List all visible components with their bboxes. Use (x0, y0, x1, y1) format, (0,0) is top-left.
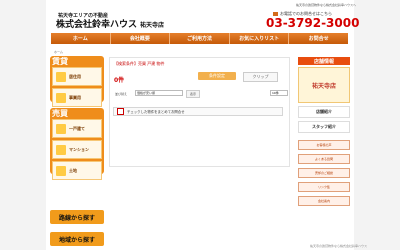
sale-land-button[interactable]: 土地 (52, 161, 102, 180)
banner-sale[interactable]: 売却のご相談 (298, 168, 350, 178)
staff-button[interactable]: スタッフ紹介 (298, 121, 350, 133)
rent-business-button[interactable]: 事業用 (52, 88, 102, 107)
area-search-button[interactable]: 地域から探す (50, 232, 104, 246)
land-icon (56, 165, 66, 176)
sort-apply-button[interactable]: 表示 (186, 90, 201, 98)
company-label: 株式会社鈴幸ハウス (56, 20, 138, 30)
right-banners: お客様の声 よくある質問 売却のご相談 リンク集 会社案内 (298, 140, 350, 210)
checked-inquiry-label: チェックした物件をまとめてお問合せ (127, 110, 185, 114)
nav-contact[interactable]: お問合せ (289, 33, 348, 44)
main-nav: ホーム 会社概要 ご利用方法 お気に入りリスト お問合せ (51, 33, 348, 44)
route-search-button[interactable]: 路線から探す (50, 210, 104, 224)
top-note: 祐天寺の賃貸物件なら株式会社鈴幸ハウスへ (295, 3, 356, 7)
sale-land-label: 土地 (69, 167, 77, 173)
checkbox[interactable] (117, 108, 124, 115)
sale-block: 売買 一戸建て マンション 土地 (50, 108, 104, 180)
rent-residential-button[interactable]: 居住用 (52, 67, 102, 86)
banner-links[interactable]: リンク集 (298, 182, 350, 192)
nav-home[interactable]: ホーム (51, 33, 111, 44)
sort-label: 並び替え (115, 92, 128, 96)
sale-mansion-button[interactable]: マンション (52, 140, 102, 159)
rent-business-label: 事業用 (69, 94, 81, 100)
store-info-head: 店舗情報 (298, 57, 350, 65)
phone-number[interactable]: 03-3792-3000 (266, 16, 359, 30)
search-condition: 【検索条件】売買 戸建 物件 (114, 61, 165, 66)
clip-button[interactable]: クリップ (243, 72, 278, 82)
right-sidebar: 店舗情報 祐天寺店 店舗紹介 スタッフ紹介 (298, 57, 350, 133)
condition-button[interactable]: 条件設定 (198, 72, 236, 80)
nav-guide[interactable]: ご利用方法 (170, 33, 230, 44)
detached-house-icon (56, 123, 66, 134)
result-count: 0件 (114, 77, 125, 84)
sidebar: 賃貸 居住用 事業用 売買 一戸建て マンション 土地 (50, 56, 104, 180)
sale-house-label: 一戸建て (69, 125, 85, 131)
footer-text: 祐天寺の賃貸物件なら株式会社鈴幸ハウス (310, 244, 368, 248)
sale-mansion-label: マンション (69, 146, 89, 152)
rent-block: 賃貸 居住用 事業用 (50, 56, 104, 107)
mansion-icon (56, 144, 66, 155)
nav-favorites[interactable]: お気に入りリスト (230, 33, 290, 44)
breadcrumb[interactable]: ホーム (54, 50, 63, 54)
building-icon (56, 92, 66, 103)
store-info-button[interactable]: 店舗紹介 (298, 106, 350, 118)
house-icon (56, 71, 66, 82)
checked-inquiry-bar[interactable]: チェックした物件をまとめてお問合せ (113, 107, 283, 116)
banner-faq[interactable]: よくある質問 (298, 154, 350, 164)
rent-residential-label: 居住用 (69, 73, 81, 79)
banner-voice[interactable]: お客様の声 (298, 140, 350, 150)
banner-company[interactable]: 会社案内 (298, 196, 350, 206)
perpage-select[interactable]: 10件 (270, 90, 288, 96)
rent-title: 賃貸 (52, 57, 68, 66)
sale-title: 売買 (52, 109, 68, 118)
sort-select[interactable]: 価格が安い順 (135, 90, 183, 96)
nav-company[interactable]: 会社概要 (111, 33, 171, 44)
sale-house-button[interactable]: 一戸建て (52, 119, 102, 138)
branch-label: 祐天寺店 (140, 22, 165, 29)
company-name[interactable]: 株式会社鈴幸ハウス 祐天寺店 (56, 17, 164, 30)
store-image[interactable]: 祐天寺店 (298, 67, 350, 103)
search-results-panel: 【検索条件】売買 戸建 物件 0件 条件設定 クリップ 並び替え 価格が安い順 … (109, 57, 290, 167)
